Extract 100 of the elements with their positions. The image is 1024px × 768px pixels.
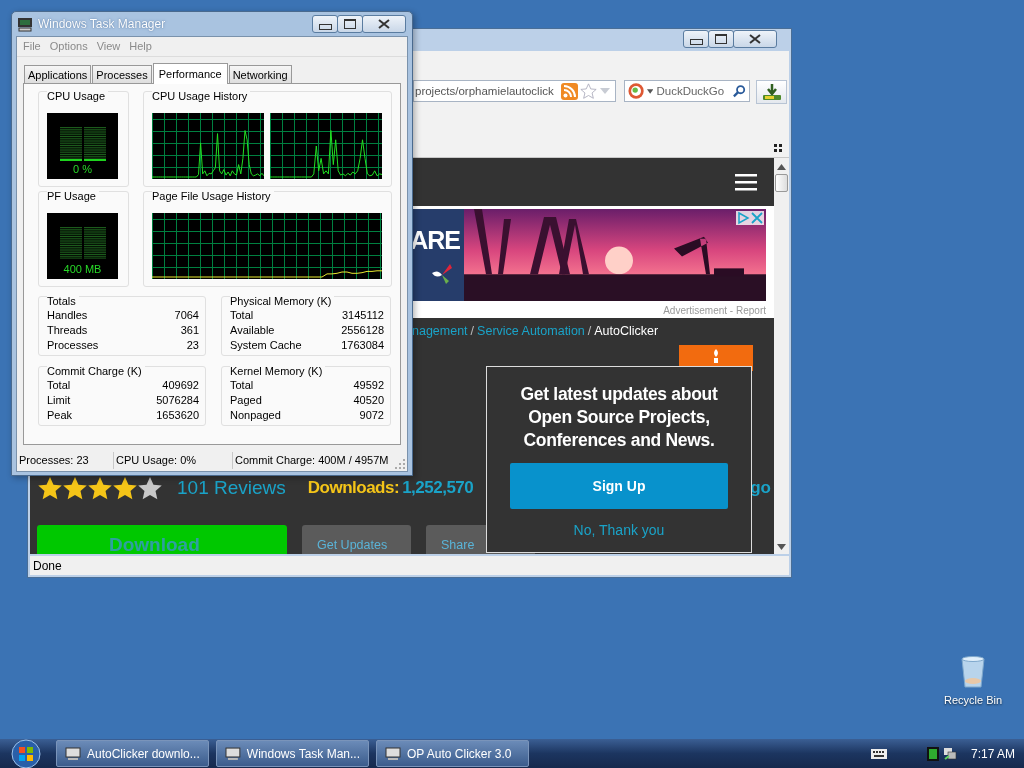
search-field[interactable]: DuckDuckGo [624, 80, 750, 102]
stat-label: Available [230, 324, 275, 338]
stat-value: 2556128 [341, 324, 384, 338]
breadcrumb-link[interactable]: AutoClicker [594, 324, 659, 338]
group-title: PF Usage [47, 190, 99, 202]
sign-up-button[interactable]: Sign Up [510, 463, 728, 509]
group-title: CPU Usage [47, 90, 109, 102]
stat-label: Total [230, 379, 254, 393]
maximize-button[interactable] [337, 15, 363, 33]
search-input[interactable]: DuckDuckGo [656, 85, 731, 97]
stat-value: 40520 [353, 394, 384, 408]
stat-label: Handles [47, 309, 88, 323]
taskbar-button[interactable]: OP Auto Clicker 3.0 [376, 740, 529, 767]
reviews-link[interactable]: 101 Reviews [177, 477, 286, 499]
menu-item[interactable]: Options [49, 40, 88, 53]
stat-value: 361 [180, 324, 199, 338]
minimize-icon [689, 38, 703, 45]
start-button[interactable] [11, 738, 41, 768]
stat-label: Processes [47, 339, 99, 353]
no-thanks-link[interactable]: No, Thank you [573, 522, 665, 538]
clock[interactable]: 7:17 AM [970, 746, 1015, 761]
desktop-icon-label[interactable]: Recycle Bin [943, 694, 1003, 706]
usage-bars-icon [57, 127, 108, 161]
status-text: Commit Charge: 400M / 4957M [234, 453, 390, 468]
tab[interactable]: Networking [228, 65, 292, 83]
group-title: Commit Charge (K) [47, 365, 145, 377]
download-icon [761, 83, 782, 101]
stat-value: 49592 [353, 379, 384, 393]
resize-grip-icon[interactable] [395, 459, 405, 469]
group-title: Physical Memory (K) [230, 295, 335, 307]
breadcrumb-separator: / [587, 324, 592, 338]
window-title: Windows Task Manager [38, 17, 167, 31]
menu-icon[interactable] [735, 173, 757, 191]
group-title: Totals [47, 295, 79, 307]
stat-value: 1653620 [156, 409, 199, 423]
pf-usage-reading: 400 MB [63, 263, 102, 275]
tab[interactable]: Performance [152, 63, 228, 84]
popup-heading: Get latest updates about Open Source Projects, Conferences and News. [519, 383, 719, 452]
star-icon [113, 476, 137, 500]
app-icon [385, 746, 401, 761]
close-button[interactable] [733, 30, 777, 48]
tab[interactable]: Processes [92, 65, 152, 83]
performance-tray-icon[interactable] [926, 746, 939, 761]
status-text: CPU Usage: 0% [114, 452, 233, 469]
network-icon[interactable] [942, 746, 957, 761]
minimize-button[interactable] [312, 15, 338, 33]
stat-label: Limit [47, 394, 71, 408]
stat-label: Peak [47, 409, 73, 423]
taskbar-button[interactable]: AutoClicker downlo... [56, 740, 209, 767]
page-button[interactable]: Get Updates [302, 525, 411, 554]
address-text: projects/orphamielautoclick [414, 85, 555, 97]
taskbar-button[interactable]: Windows Task Man... [216, 740, 369, 767]
stat-label: Threads [47, 324, 88, 338]
stat-label: Total [47, 379, 71, 393]
menu-item[interactable]: Help [129, 40, 152, 53]
downloads-count[interactable]: 1,252,570 [402, 478, 474, 498]
group-title: CPU Usage History [152, 90, 251, 102]
keyboard-icon[interactable] [870, 748, 887, 759]
star-icon [138, 476, 162, 500]
scrollbar[interactable] [774, 158, 789, 554]
group-title: Kernel Memory (K) [230, 365, 326, 377]
close-button[interactable] [362, 15, 406, 33]
scroll-up-icon[interactable] [777, 164, 786, 170]
star-icon [38, 476, 62, 500]
menu-item[interactable]: View [96, 40, 121, 53]
trailing-link[interactable]: go [750, 478, 771, 498]
download-button[interactable] [756, 80, 787, 104]
stat-label: System Cache [230, 339, 302, 353]
stat-value: 1763084 [341, 339, 384, 353]
star-icon [88, 476, 112, 500]
caret-icon[interactable] [647, 88, 654, 94]
breadcrumb-link[interactable]: Service Automation [477, 324, 585, 338]
ad-caption[interactable]: Advertisement - Report [663, 305, 766, 316]
close-icon [377, 19, 391, 29]
stat-value: 3145112 [342, 309, 384, 323]
star-outline-icon[interactable] [580, 82, 597, 100]
close-icon [748, 34, 762, 44]
stat-value: 9072 [359, 409, 384, 423]
downloads-label: Downloads: [307, 478, 400, 498]
address-field[interactable]: projects/orphamielautoclick [413, 80, 616, 102]
stat-label: Total [230, 309, 254, 323]
star-icon [63, 476, 87, 500]
tab[interactable]: Applications [24, 65, 92, 83]
scroll-down-icon[interactable] [777, 544, 786, 550]
usage-bars-icon [57, 227, 108, 261]
breadcrumb-link[interactable]: nagement [412, 324, 468, 338]
stat-value: 409692 [162, 379, 199, 393]
search-icon[interactable] [733, 84, 746, 98]
status-text: Processes: 23 [17, 452, 114, 469]
stat-value: 7064 [174, 309, 199, 323]
scroll-thumb[interactable] [775, 174, 788, 192]
grip-icon [774, 144, 782, 152]
maximize-button[interactable] [708, 30, 734, 48]
minimize-icon [318, 23, 332, 30]
recycle-bin-icon[interactable] [960, 656, 986, 688]
stat-value: 23 [186, 339, 199, 353]
menu-item[interactable]: File [23, 40, 41, 53]
ad-headline: ARE [410, 225, 460, 255]
app-icon [225, 746, 241, 761]
minimize-button[interactable] [683, 30, 709, 48]
